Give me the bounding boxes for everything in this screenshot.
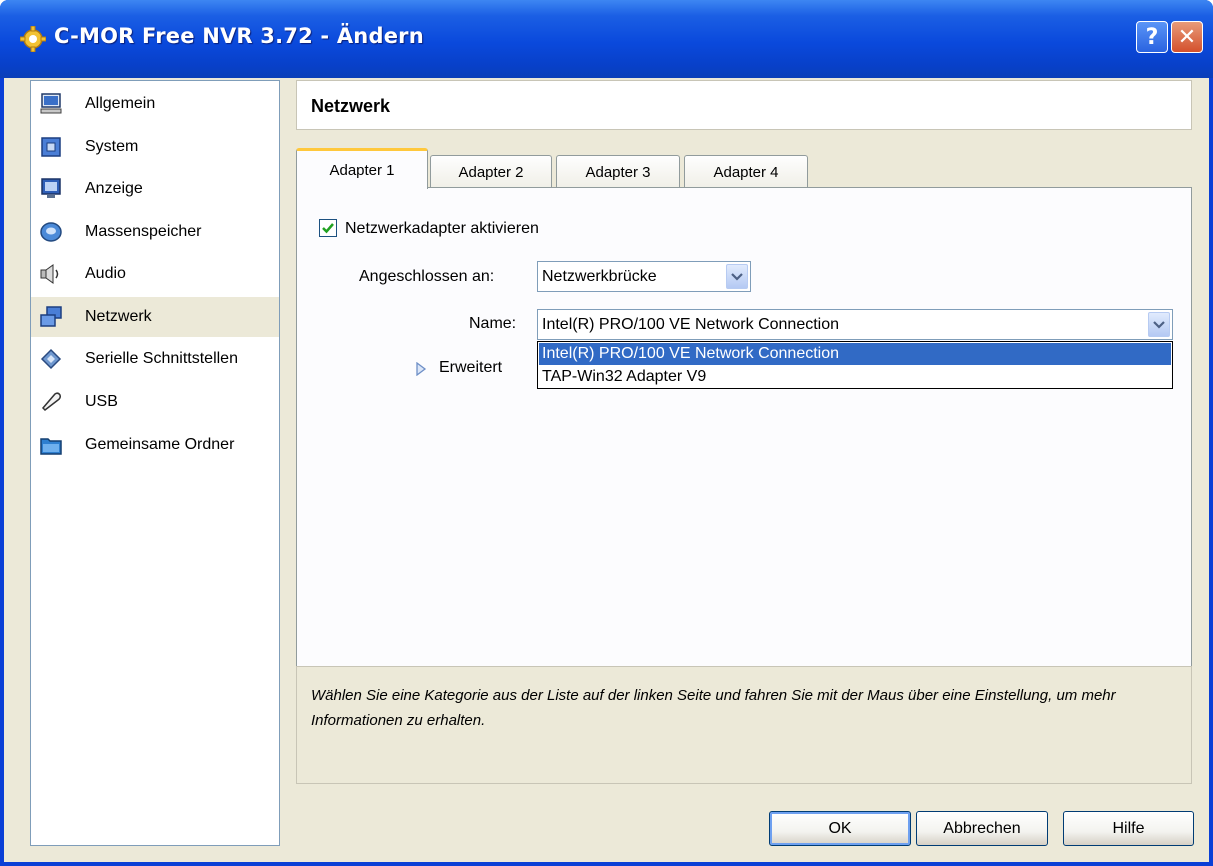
attached-to-label: Angeschlossen an: xyxy=(359,268,495,285)
sidebar-item-anzeige[interactable]: Anzeige xyxy=(31,169,279,209)
sidebar-item-system[interactable]: System xyxy=(31,127,279,167)
ok-button-label: OK xyxy=(828,819,852,837)
enable-adapter-checkbox[interactable] xyxy=(319,219,337,237)
network-icon xyxy=(40,306,62,327)
dialog-window: C-MOR Free NVR 3.72 - Ändern ? ✕ Allgeme… xyxy=(0,0,1213,866)
name-label: Name: xyxy=(469,315,517,332)
advanced-label: Erweitert xyxy=(439,359,503,376)
gear-icon xyxy=(20,26,46,52)
sidebar-item-label: Serielle Schnittstellen xyxy=(85,350,238,367)
tab-adapter-4[interactable]: Adapter 4 xyxy=(684,155,808,188)
cancel-button[interactable]: Abbrechen xyxy=(916,811,1048,846)
sidebar-item-label: Netzwerk xyxy=(85,308,152,325)
chevron-down-icon[interactable] xyxy=(726,264,748,289)
sidebar-item-massenspeicher[interactable]: Massenspeicher xyxy=(31,212,279,252)
sidebar-item-label: Audio xyxy=(85,265,126,282)
chip-icon xyxy=(41,137,61,157)
title-bar[interactable]: C-MOR Free NVR 3.72 - Ändern ? ✕ xyxy=(0,0,1213,78)
monitor-icon xyxy=(41,178,61,198)
tab-label: Adapter 3 xyxy=(585,163,651,181)
sidebar-item-allgemein[interactable]: Allgemein xyxy=(31,84,279,124)
tab-label: Adapter 4 xyxy=(713,163,779,181)
usb-icon xyxy=(41,392,61,411)
dropdown-option[interactable]: TAP-Win32 Adapter V9 xyxy=(539,366,1171,388)
speaker-icon xyxy=(40,264,59,284)
checkmark-icon xyxy=(322,223,334,234)
enable-adapter-label[interactable]: Netzwerkadapter aktivieren xyxy=(345,220,539,238)
ok-button[interactable]: OK xyxy=(769,811,911,846)
tab-label: Adapter 1 xyxy=(329,161,395,179)
info-text: Wählen Sie eine Kategorie aus der Liste … xyxy=(311,687,1116,729)
category-list: Allgemein System Anzeige Massenspeicher … xyxy=(30,80,280,846)
dialog-client: Allgemein System Anzeige Massenspeicher … xyxy=(4,78,1209,862)
adapter-name-dropdown: Intel(R) PRO/100 VE Network Connection T… xyxy=(537,341,1173,389)
sidebar-item-audio[interactable]: Audio xyxy=(31,254,279,294)
expand-triangle-icon xyxy=(416,362,427,376)
help-button-label: Hilfe xyxy=(1112,819,1145,837)
sidebar-item-label: Gemeinsame Ordner xyxy=(85,436,235,453)
adapter-name-select[interactable]: Intel(R) PRO/100 VE Network Connection xyxy=(537,309,1173,340)
sidebar-item-label: Anzeige xyxy=(85,180,143,197)
window-title: C-MOR Free NVR 3.72 - Ändern xyxy=(54,24,424,48)
tab-label: Adapter 2 xyxy=(458,163,524,181)
help-title-button[interactable]: ? xyxy=(1136,21,1168,53)
adapter-name-value: Intel(R) PRO/100 VE Network Connection xyxy=(542,316,840,333)
page-title: Netzwerk xyxy=(311,96,391,116)
adapter-panel: Netzwerkadapter aktivieren Angeschlossen… xyxy=(296,187,1192,723)
tab-adapter-2[interactable]: Adapter 2 xyxy=(430,155,552,188)
close-button[interactable]: ✕ xyxy=(1171,21,1203,53)
page-header: Netzwerk xyxy=(296,80,1192,130)
attached-to-value: Netzwerkbrücke xyxy=(542,268,657,285)
sidebar-item-label: Allgemein xyxy=(85,95,156,112)
sidebar-item-label: USB xyxy=(85,393,118,410)
question-icon: ? xyxy=(1145,24,1159,50)
help-button[interactable]: Hilfe xyxy=(1063,811,1194,846)
sidebar-item-netzwerk[interactable]: Netzwerk xyxy=(31,297,279,337)
sidebar-item-gemeinsame-ordner[interactable]: Gemeinsame Ordner xyxy=(31,425,279,465)
sidebar-item-serielle-schnittstellen[interactable]: Serielle Schnittstellen xyxy=(31,339,279,379)
attached-to-select[interactable]: Netzwerkbrücke xyxy=(537,261,751,292)
cancel-button-label: Abbrechen xyxy=(943,819,1021,837)
sidebar-item-label: System xyxy=(85,138,139,155)
chevron-down-icon[interactable] xyxy=(1148,312,1170,337)
dropdown-option[interactable]: Intel(R) PRO/100 VE Network Connection xyxy=(539,343,1171,365)
close-icon: ✕ xyxy=(1177,24,1197,50)
sidebar-item-usb[interactable]: USB xyxy=(31,382,279,422)
serial-port-icon xyxy=(40,348,62,370)
folder-icon xyxy=(40,438,62,455)
tab-adapter-3[interactable]: Adapter 3 xyxy=(556,155,680,188)
disk-icon xyxy=(40,222,62,242)
tab-adapter-1[interactable]: Adapter 1 xyxy=(296,148,428,189)
sidebar-item-label: Massenspeicher xyxy=(85,223,202,240)
computer-icon xyxy=(40,93,62,114)
info-box: Wählen Sie eine Kategorie aus der Liste … xyxy=(296,666,1192,784)
